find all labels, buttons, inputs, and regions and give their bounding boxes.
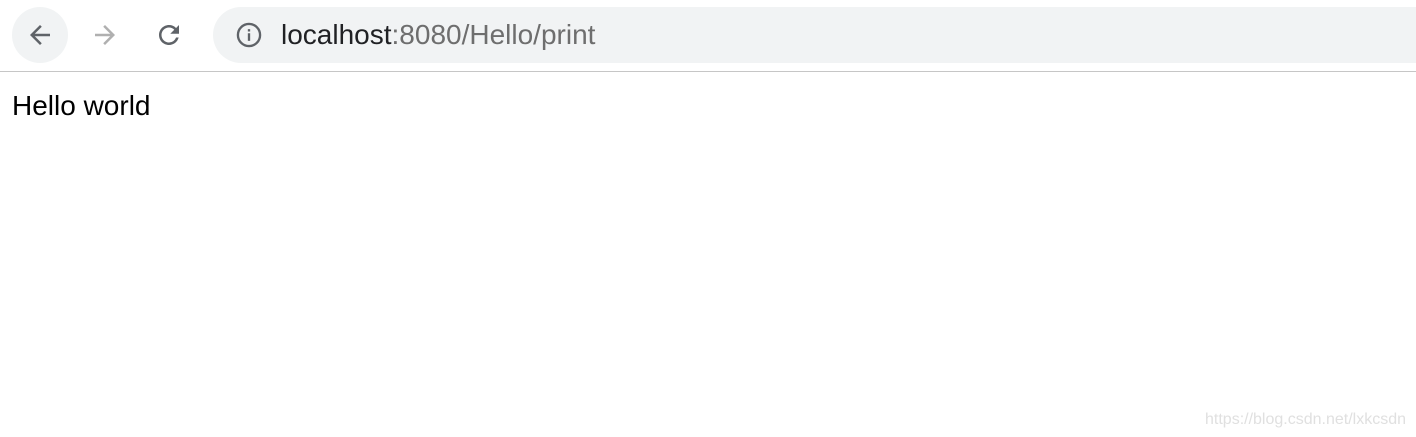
browser-toolbar: localhost:8080/Hello/print: [0, 0, 1416, 72]
back-button[interactable]: [12, 7, 68, 63]
url-text[interactable]: localhost:8080/Hello/print: [281, 7, 595, 63]
page-body-text: Hello world: [12, 90, 151, 121]
url-path: :8080/Hello/print: [391, 19, 596, 50]
address-bar[interactable]: localhost:8080/Hello/print: [213, 7, 1416, 63]
arrow-right-icon: [90, 20, 120, 50]
reload-button[interactable]: [141, 7, 197, 63]
info-icon[interactable]: [235, 21, 263, 49]
arrow-left-icon: [25, 20, 55, 50]
url-host: localhost: [281, 19, 392, 50]
forward-button[interactable]: [77, 7, 133, 63]
watermark: https://blog.csdn.net/lxkcsdn: [1205, 411, 1406, 428]
reload-icon: [154, 20, 184, 50]
